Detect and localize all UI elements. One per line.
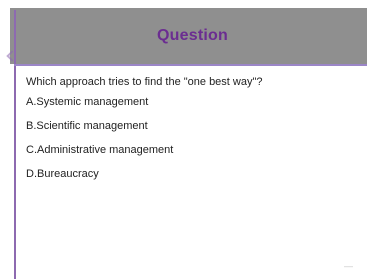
option-d: D.Bureaucracy xyxy=(26,168,99,180)
question-content: Which approach tries to find the "one be… xyxy=(26,74,326,190)
question-text: Which approach tries to find the "one be… xyxy=(26,76,263,88)
answer-options: A.Systemic management B.Scientific manag… xyxy=(26,94,326,182)
option-c: C.Administrative management xyxy=(26,144,174,156)
slide-number-mark: — xyxy=(344,261,353,271)
title-divider xyxy=(14,64,367,66)
left-accent-rule xyxy=(14,10,16,279)
option-a: A.Systemic management xyxy=(26,96,149,108)
slide-title: Question xyxy=(157,27,228,44)
option-b: B.Scientific management xyxy=(26,120,148,132)
slide: Question Which approach tries to find th… xyxy=(0,0,367,279)
